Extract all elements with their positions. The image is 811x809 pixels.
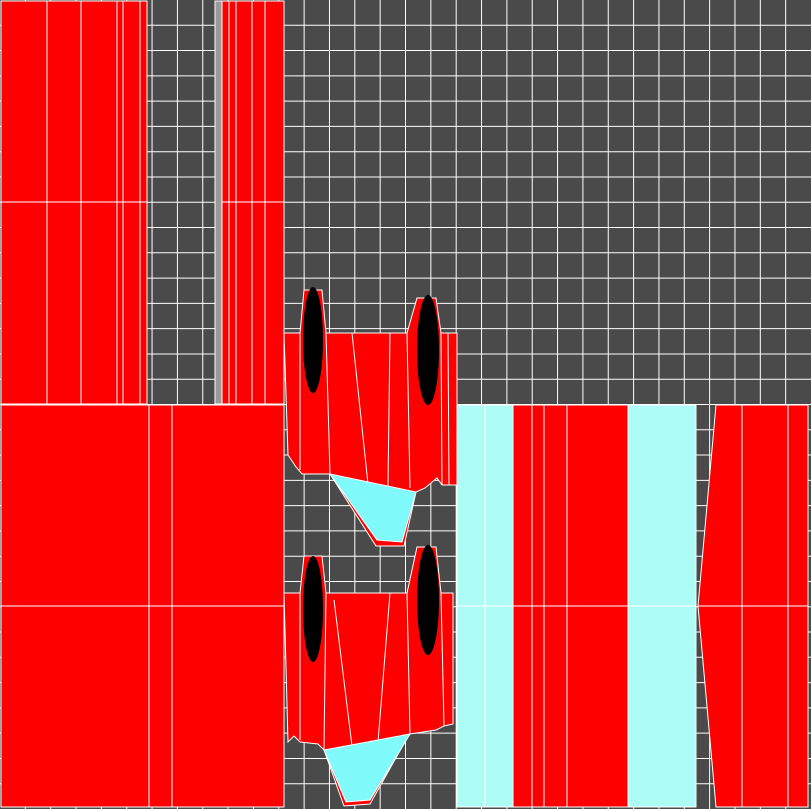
uv-island-top-middle[interactable]	[214, 0, 285, 405]
uv-layout-canvas	[0, 0, 811, 809]
uv-face	[221, 0, 285, 203]
uv-face	[512, 404, 629, 607]
uv-hole	[303, 287, 323, 393]
uv-gray-strip	[214, 0, 223, 405]
uv-face	[0, 201, 148, 405]
uv-island-bottom-left[interactable]	[0, 404, 285, 808]
uv-face-cyan	[627, 605, 697, 808]
uv-face	[0, 404, 285, 607]
uv-island-top-left[interactable]	[0, 0, 148, 405]
uv-hole	[417, 545, 439, 655]
uv-face	[512, 605, 629, 808]
uv-face	[0, 605, 285, 808]
uv-face-cyan	[627, 404, 697, 607]
uv-face	[221, 201, 285, 405]
uv-hole	[303, 556, 323, 662]
uv-face	[0, 0, 148, 203]
uv-island-right-strips[interactable]	[456, 404, 809, 808]
uv-hole	[417, 295, 439, 405]
